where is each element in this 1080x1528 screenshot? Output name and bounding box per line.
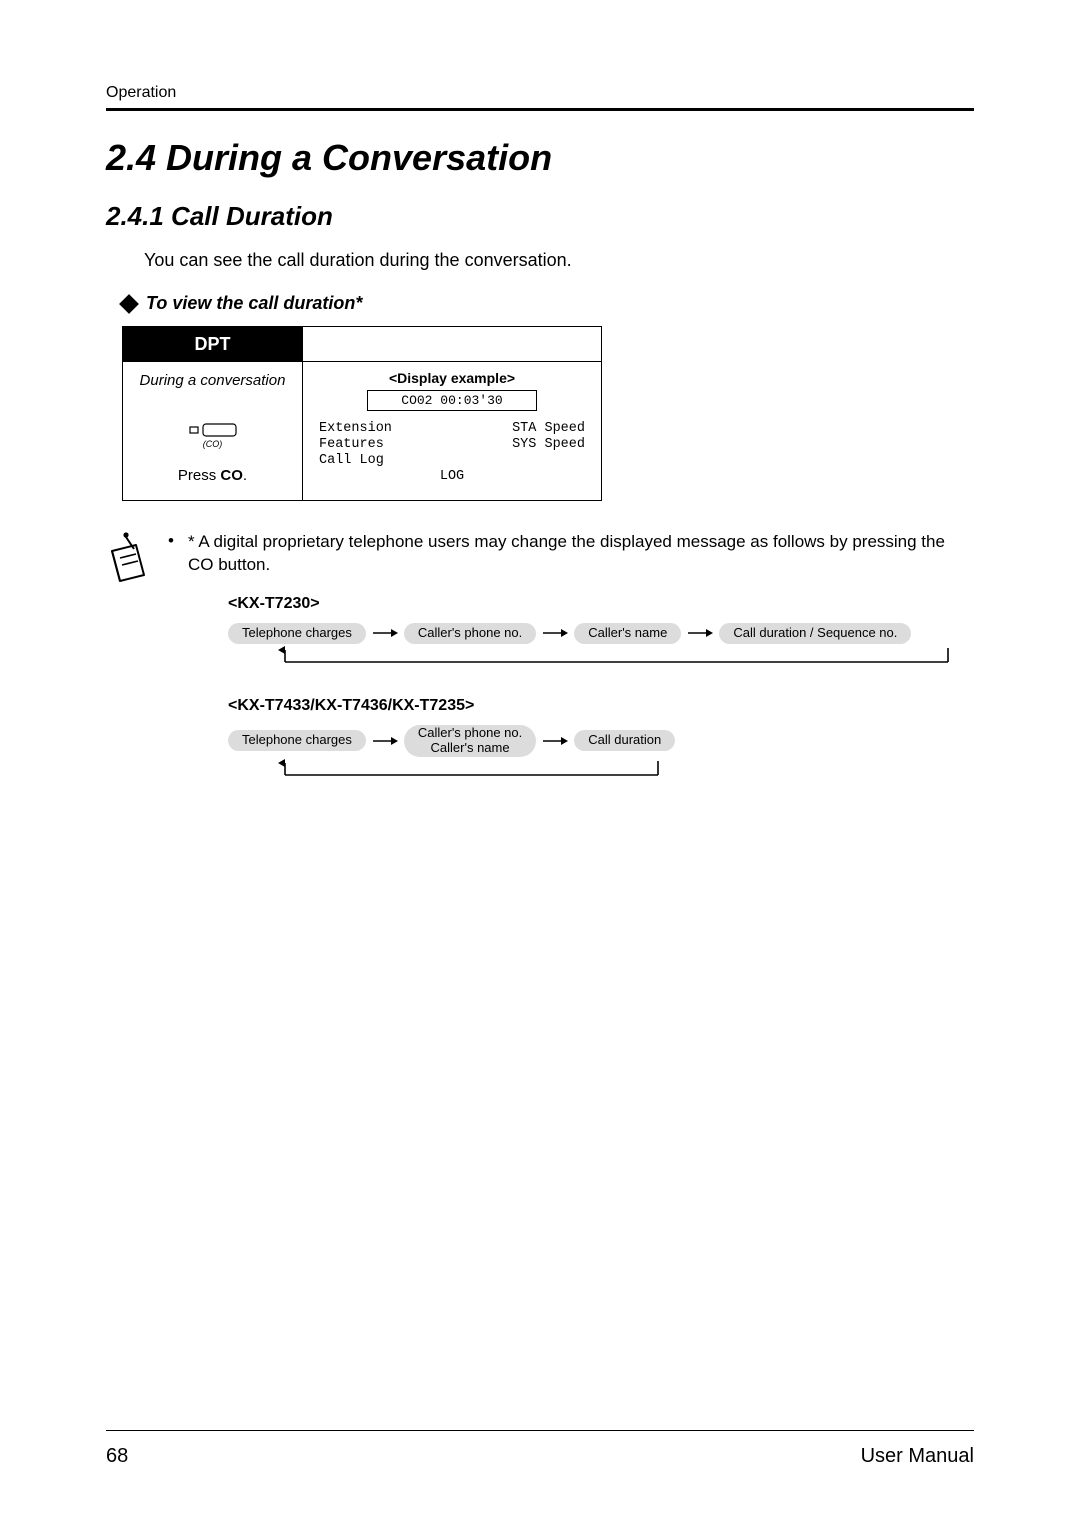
press-key: CO xyxy=(220,467,243,484)
view-title: To view the call duration* xyxy=(146,293,362,314)
pill-telephone-charges: Telephone charges xyxy=(228,623,366,644)
flow-row-1: Telephone charges Caller's phone no. Cal… xyxy=(228,623,974,644)
display-example-title: <Display example> xyxy=(315,370,589,386)
pill-line1: Caller's phone no. xyxy=(418,725,522,740)
disp-features: Features xyxy=(319,437,449,452)
disp-sta-speed: STA Speed xyxy=(455,421,585,436)
model-label-1: <KX-T7230> xyxy=(228,595,974,613)
dpt-left-title: During a conversation xyxy=(140,372,286,389)
note-icon xyxy=(106,531,150,592)
co-button-sublabel: (CO) xyxy=(203,439,223,449)
pill-caller-name: Caller's name xyxy=(574,623,681,644)
dpt-panel: DPT During a conversation (CO) Press CO. xyxy=(122,326,602,501)
diamond-icon xyxy=(119,294,139,314)
arrow-right-icon xyxy=(372,627,398,639)
arrow-right-icon xyxy=(372,735,398,747)
display-menu-grid: Extension STA Speed Features SYS Speed C… xyxy=(315,421,589,484)
note-text: * A digital proprietary telephone users … xyxy=(188,531,974,577)
press-co-text: Press CO. xyxy=(178,467,247,484)
header-rule xyxy=(106,108,974,111)
footer-label: User Manual xyxy=(861,1445,974,1468)
intro-text: You can see the call duration during the… xyxy=(144,250,974,271)
disp-call-log: Call Log xyxy=(319,453,449,468)
cycle-arrow-2 xyxy=(228,757,974,784)
arrow-right-icon xyxy=(687,627,713,639)
pill-line2: Caller's name xyxy=(431,740,510,755)
page-number: 68 xyxy=(106,1445,128,1468)
pill-telephone-charges-2: Telephone charges xyxy=(228,730,366,751)
flow-row-2: Telephone charges Caller's phone no. Cal… xyxy=(228,725,974,757)
lcd-readout: CO02 00:03'30 xyxy=(367,390,537,411)
pill-call-duration: Call duration xyxy=(574,730,675,751)
arrow-right-icon xyxy=(542,735,568,747)
model-label-2: <KX-T7433/KX-T7436/KX-T7235> xyxy=(228,697,974,715)
disp-sys-speed: SYS Speed xyxy=(455,437,585,452)
running-header: Operation xyxy=(106,84,974,102)
disp-log: LOG xyxy=(319,469,585,484)
cycle-arrow-1 xyxy=(228,644,974,671)
dpt-tab-spacer xyxy=(303,327,601,361)
pill-caller-phone-no: Caller's phone no. xyxy=(404,623,536,644)
arrow-right-icon xyxy=(542,627,568,639)
disp-blank xyxy=(455,453,585,468)
section-heading: 2.4 During a Conversation xyxy=(106,137,974,179)
dpt-tab: DPT xyxy=(123,327,303,361)
disp-extension: Extension xyxy=(319,421,449,436)
press-prefix: Press xyxy=(178,467,221,484)
co-button-glyph xyxy=(189,423,237,437)
press-suffix: . xyxy=(243,467,247,484)
subsection-heading: 2.4.1 Call Duration xyxy=(106,201,974,232)
page-footer: 68 User Manual xyxy=(106,1430,974,1468)
bullet-dot: • xyxy=(168,531,176,577)
pill-caller-phone-name: Caller's phone no. Caller's name xyxy=(404,725,536,757)
pill-call-duration-seq: Call duration / Sequence no. xyxy=(719,623,911,644)
